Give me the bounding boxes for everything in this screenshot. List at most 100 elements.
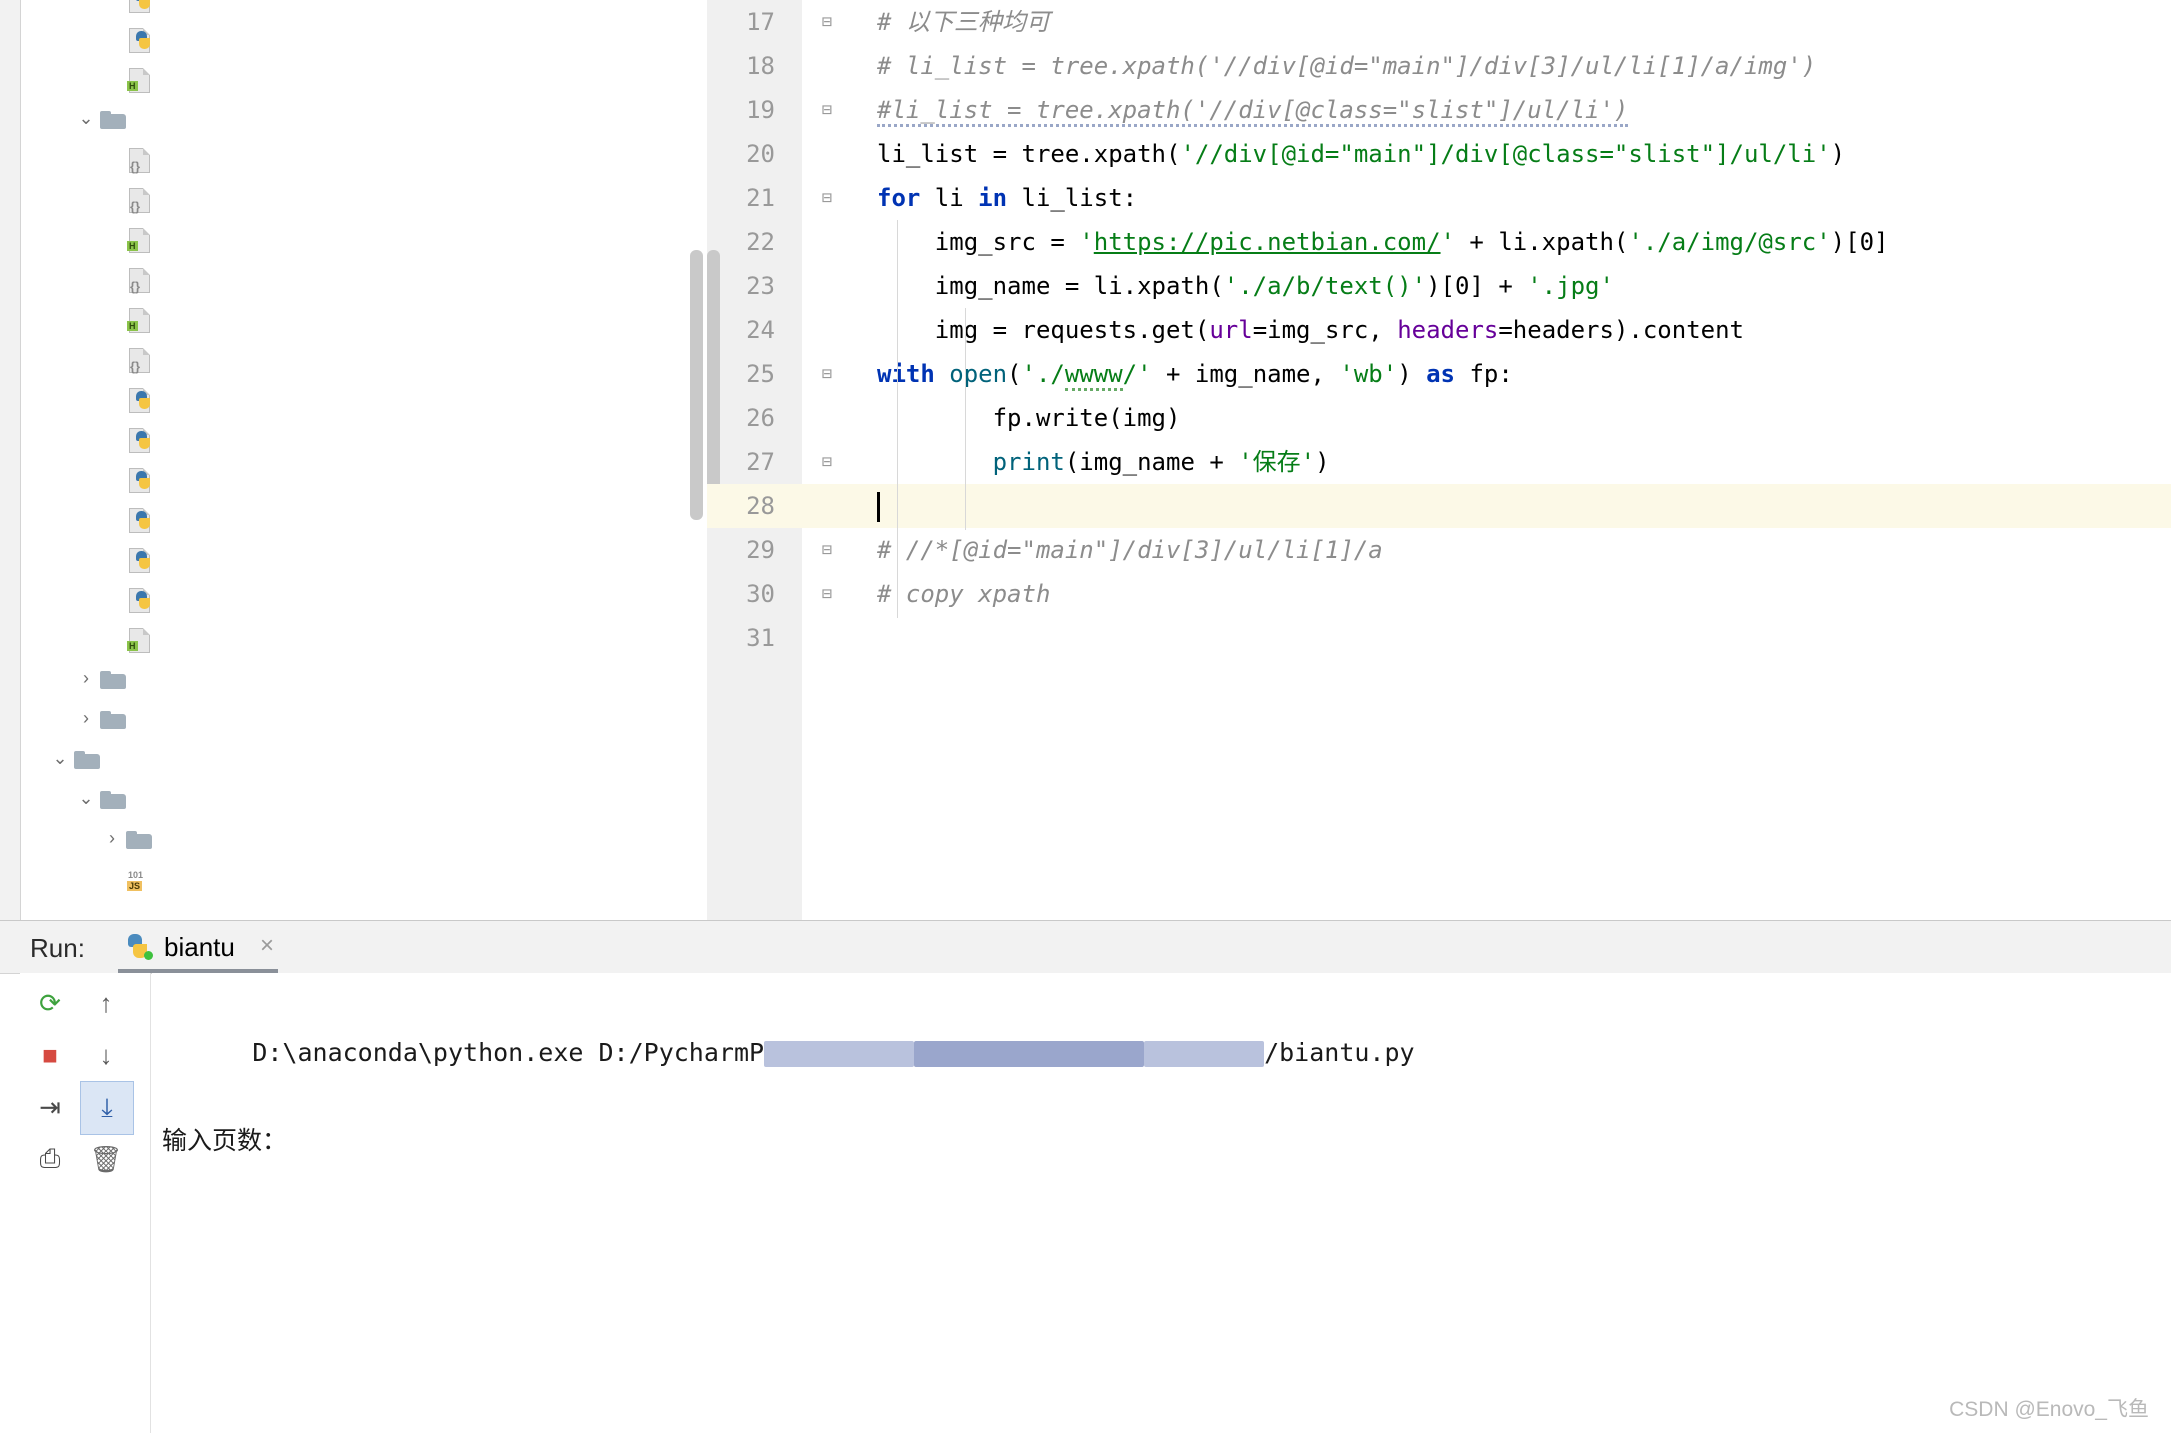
tree-item[interactable]: › [21, 0, 706, 18]
tree-item[interactable]: › [21, 498, 706, 538]
json-file-icon: {} [125, 265, 155, 291]
chevron-right-icon[interactable]: › [73, 658, 99, 698]
tree-item[interactable]: › [21, 538, 706, 578]
fold-toggle-icon[interactable]: ⊟ [817, 572, 837, 616]
tree-item[interactable]: › [21, 458, 706, 498]
html-file-icon: H [125, 625, 155, 651]
code-line[interactable]: 22 img_src = 'https://pic.netbian.com/' … [707, 220, 2171, 264]
trash-icon[interactable]: 🗑 [80, 1133, 132, 1185]
code-line[interactable]: 21⊟for li in li_list: [707, 176, 2171, 220]
chevron-right-icon[interactable]: › [99, 818, 125, 858]
tree-item[interactable]: ›{} [21, 138, 706, 178]
json-file-icon: {} [125, 145, 155, 171]
run-tab-biantu[interactable]: biantu × [118, 921, 278, 973]
code-editor[interactable]: 17 ⊟ # 以下三种均可18# li_list = tree.xpath('//d… [707, 0, 2171, 920]
tree-item[interactable]: ›101JS [21, 858, 706, 898]
tree-item[interactable]: › [21, 418, 706, 458]
console-prompt-line: 输入页数： [152, 1119, 2171, 1163]
tree-item[interactable]: ›{} [21, 338, 706, 378]
tree-item[interactable]: › [21, 578, 706, 618]
folder-icon [125, 825, 155, 851]
fold-toggle-icon[interactable]: ⊟ [817, 176, 837, 220]
line-number: 27 [707, 440, 775, 484]
folder-icon [99, 105, 129, 131]
print-icon[interactable]: ⎙ [24, 1133, 76, 1185]
python-file-icon [125, 585, 155, 611]
fold-toggle-icon[interactable]: ⊟ [817, 528, 837, 572]
stop-icon[interactable]: ■ [24, 1029, 76, 1081]
code-text: li_list = tree.xpath('//div[@id="main"]/… [877, 132, 1845, 176]
fold-toggle-icon[interactable]: ⊟ [817, 440, 837, 484]
code-line[interactable]: 24 img = requests.get(url=img_src, heade… [707, 308, 2171, 352]
html-file-icon: H [125, 225, 155, 251]
tree-item[interactable]: › [21, 658, 706, 698]
code-line[interactable]: 29⊟# //*[@id="main"]/div[3]/ul/li[1]/a [707, 528, 2171, 572]
code-line[interactable]: 17 ⊟ # 以下三种均可 [707, 0, 2171, 44]
chevron-down-icon[interactable]: ⌄ [73, 778, 99, 818]
code-line[interactable]: 18# li_list = tree.xpath('//div[@id="mai… [707, 44, 2171, 88]
fold-toggle-icon[interactable]: ⊟ [817, 88, 837, 132]
code-line[interactable]: 30⊟# copy xpath [707, 572, 2171, 616]
code-line[interactable]: 31 [707, 616, 2171, 660]
chevron-down-icon[interactable]: ⌄ [47, 738, 73, 778]
code-line[interactable]: 19⊟#li_list = tree.xpath('//div[@class="… [707, 88, 2171, 132]
line-number: 18 [707, 44, 775, 88]
redacted-path-1 [764, 1041, 914, 1067]
code-text: img_name = li.xpath('./a/b/text()')[0] +… [877, 264, 1614, 308]
tree-item[interactable]: › [21, 378, 706, 418]
project-tree[interactable]: ›››H⌄›{}›{}›H›{}›H›{}›››››››H››⌄⌄››101JS… [21, 0, 706, 898]
scroll-to-end-icon[interactable]: ⤓ [80, 1081, 134, 1135]
code-line[interactable]: 23 img_name = li.xpath('./a/b/text()')[0… [707, 264, 2171, 308]
tree-item[interactable]: ›{} [21, 258, 706, 298]
tree-item[interactable]: ›H [21, 218, 706, 258]
run-toolbar[interactable]: ⟳↑■↓⇥⤓⎙🗑 [20, 973, 151, 1433]
run-label: Run: [30, 933, 85, 964]
text-caret [877, 492, 880, 522]
tree-item[interactable]: ›H [21, 58, 706, 98]
project-tree-scrollbar[interactable] [690, 250, 703, 520]
folder-icon [99, 665, 129, 691]
chevron-right-icon[interactable]: › [73, 698, 99, 738]
code-line[interactable]: 20li_list = tree.xpath('//div[@id="main"… [707, 132, 2171, 176]
code-body[interactable]: 17 ⊟ # 以下三种均可18# li_list = tree.xpath('//d… [707, 0, 2171, 660]
rerun-icon[interactable]: ⟳ [24, 977, 76, 1029]
code-line[interactable]: 27⊟ print(img_name + '保存') [707, 440, 2171, 484]
watermark: CSDN @Enovo_飞鱼 [1949, 1393, 2149, 1423]
arrow-down-icon[interactable]: ↓ [80, 1029, 132, 1081]
redacted-path-3 [1144, 1041, 1264, 1067]
fold-toggle-icon[interactable]: ⊟ [817, 352, 837, 396]
line-number: 22 [707, 220, 775, 264]
python-file-icon [125, 25, 155, 51]
tree-item[interactable]: ›{} [21, 178, 706, 218]
code-line[interactable]: 28 [707, 484, 2171, 528]
arrow-up-icon[interactable]: ↑ [80, 977, 132, 1029]
tree-item[interactable]: ›H [21, 618, 706, 658]
js-file-icon: 101JS [125, 865, 155, 891]
line-number: 25 [707, 352, 775, 396]
tree-item[interactable]: ⌄ [21, 738, 706, 778]
tree-item[interactable]: › [21, 818, 706, 858]
tree-item[interactable]: › [21, 18, 706, 58]
tree-item[interactable]: ⌄ [21, 778, 706, 818]
console-output[interactable]: D:\anaconda\python.exe D:/PycharmP/biant… [152, 973, 2171, 1433]
folder-icon [99, 785, 129, 811]
chevron-down-icon[interactable]: ⌄ [73, 98, 99, 138]
code-line[interactable]: 26 fp.write(img) [707, 396, 2171, 440]
line-number: 29 [707, 528, 775, 572]
tree-item[interactable]: ›H [21, 298, 706, 338]
line-number: 23 [707, 264, 775, 308]
close-icon[interactable]: × [260, 932, 274, 960]
python-file-icon [125, 505, 155, 531]
line-number: 17 [707, 0, 775, 44]
tree-item[interactable]: ⌄ [21, 98, 706, 138]
line-number: 31 [707, 616, 775, 660]
tree-item[interactable]: › [21, 698, 706, 738]
code-text: for li in li_list: [877, 176, 1137, 220]
fold-toggle-icon[interactable]: ⊟ [817, 0, 837, 44]
soft-wrap-icon[interactable]: ⇥ [24, 1081, 76, 1133]
line-number: 24 [707, 308, 775, 352]
code-line[interactable]: 25⊟with open('./wwww/' + img_name, 'wb')… [707, 352, 2171, 396]
python-file-icon [125, 545, 155, 571]
code-text: # 以下三种均可 [877, 0, 1050, 44]
python-file-icon [125, 385, 155, 411]
